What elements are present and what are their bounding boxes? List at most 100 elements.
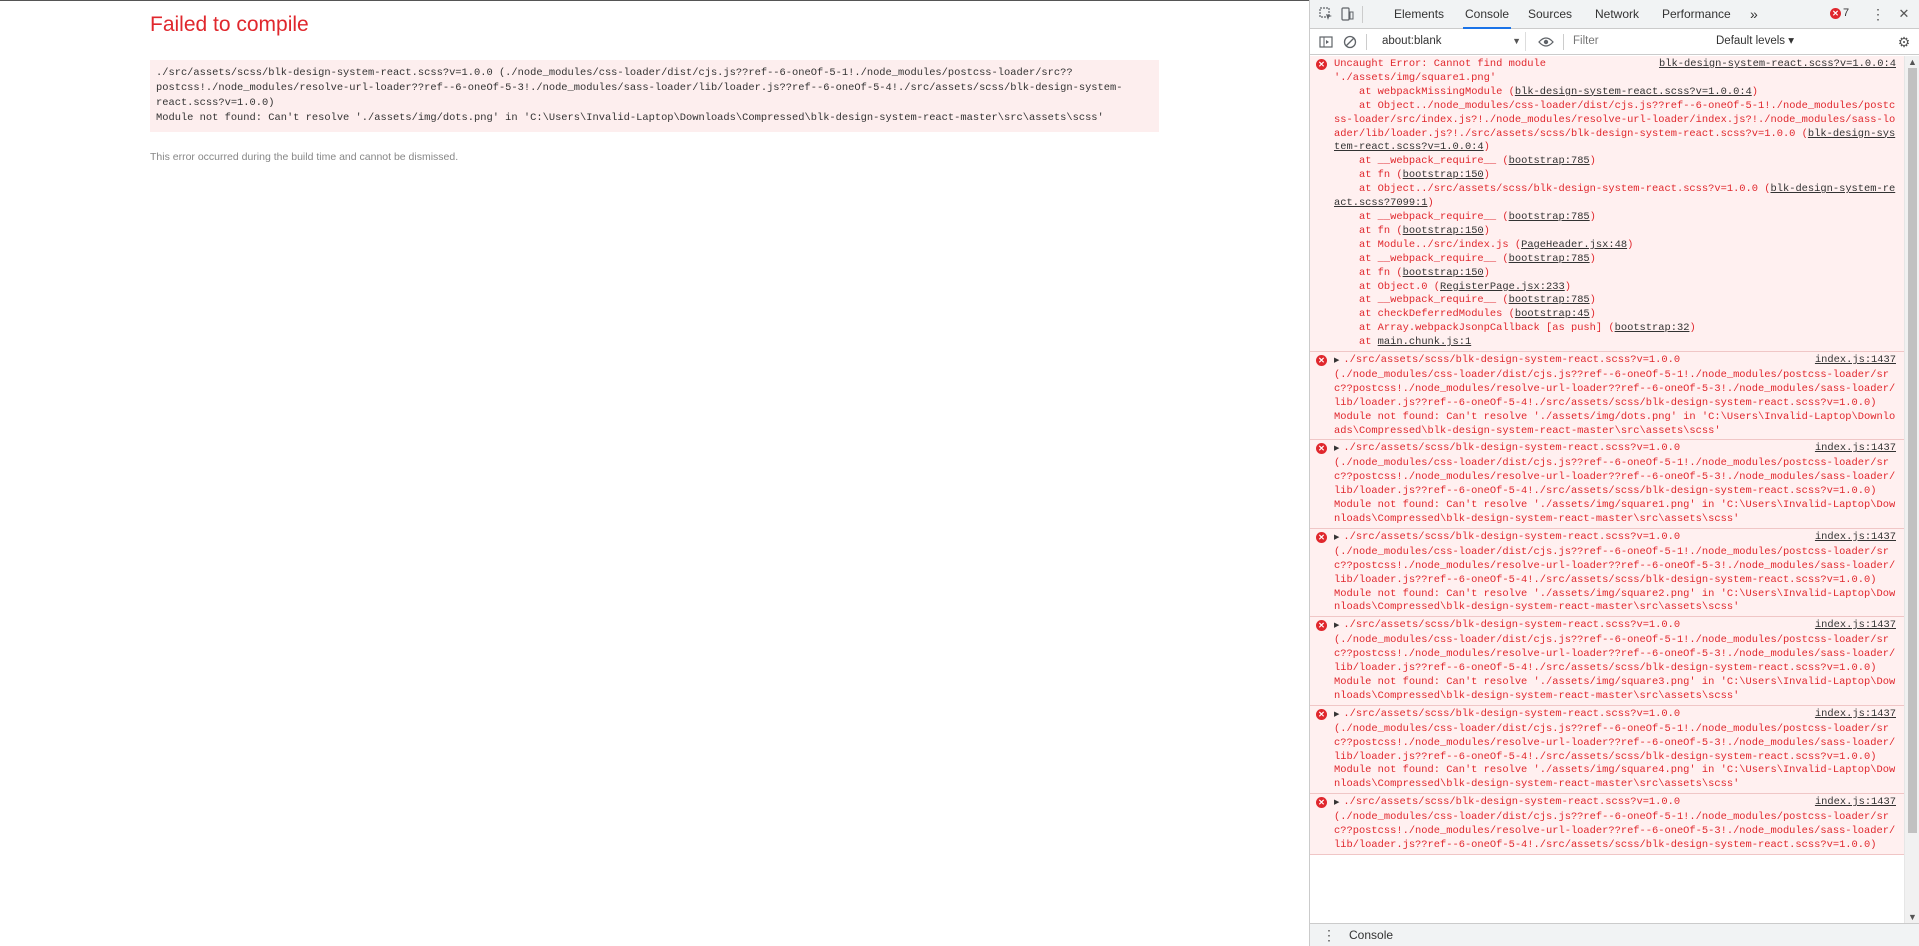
stack-frame-link[interactable]: bootstrap:150: [1403, 267, 1484, 279]
error-head-text: ./src/assets/scss/blk-design-system-reac…: [1343, 354, 1681, 367]
source-link[interactable]: index.js:1437: [1810, 619, 1896, 634]
console-error-message[interactable]: ✕ index.js:1437 ▶ ./src/assets/scss/blk-d…: [1310, 352, 1904, 441]
stack-frame-link[interactable]: RegisterPage.jsx:233: [1440, 281, 1565, 293]
stack-frame-text: ): [1483, 169, 1490, 182]
console-error-message[interactable]: ✕ index.js:1437 ▶ ./src/assets/scss/blk-d…: [1310, 794, 1904, 855]
scroll-up-icon[interactable]: ▲: [1908, 57, 1917, 67]
tab-console[interactable]: Console: [1463, 0, 1512, 29]
context-select[interactable]: about:blank ▼: [1376, 32, 1526, 51]
stack-frame: at fn (bootstrap:150): [1334, 169, 1896, 183]
stack-frame-text: at checkDeferredModules (: [1334, 308, 1515, 321]
error-line: postcss!./node_modules/resolve-url-loade…: [156, 82, 1123, 94]
stack-frame-text: ): [1483, 266, 1490, 279]
sidebar-toggle-icon[interactable]: [1318, 34, 1334, 50]
stack-frame: at Object../node_modules/css-loader/dist…: [1334, 100, 1896, 156]
stack-frame-text: at Array.webpackJsonpCallback [as push] …: [1334, 322, 1615, 335]
toolbar-divider: [1366, 34, 1367, 50]
more-tabs-icon[interactable]: »: [1748, 0, 1760, 29]
error-body: (./node_modules/css-loader/dist/cjs.js??…: [1334, 457, 1896, 525]
console-error-message[interactable]: ✕ blk-design-system-react.scss?v=1.0.0:4…: [1310, 56, 1904, 353]
stack-frame-text: ): [1589, 155, 1596, 168]
stack-frame-link[interactable]: blk-design-system-react.scss?v=1.0.0:4: [1515, 86, 1752, 98]
tab-performance[interactable]: Performance: [1660, 0, 1733, 29]
error-body: (./node_modules/css-loader/dist/cjs.js??…: [1334, 811, 1896, 851]
source-link[interactable]: index.js:1437: [1810, 707, 1896, 722]
source-link[interactable]: index.js:1437: [1810, 354, 1896, 368]
error-head-text: ./src/assets/scss/blk-design-system-reac…: [1343, 442, 1681, 455]
tab-sources[interactable]: Sources: [1526, 0, 1574, 29]
close-icon[interactable]: ✕: [1896, 6, 1912, 22]
stack-frame: at main.chunk.js:1: [1334, 336, 1896, 350]
source-link[interactable]: index.js:1437: [1810, 530, 1896, 545]
stack-frame-link[interactable]: bootstrap:785: [1509, 155, 1590, 167]
source-link[interactable]: blk-design-system-react.scss?v=1.0.0:4: [1655, 58, 1896, 72]
device-toolbar-icon[interactable]: [1339, 6, 1355, 22]
error-count: 7: [1843, 7, 1850, 19]
gear-icon[interactable]: ⚙: [1896, 34, 1912, 50]
stack-frame-text: at fn (: [1334, 224, 1403, 237]
error-icon: ✕: [1316, 443, 1327, 455]
stack-frame: at __webpack_require__ (bootstrap:785): [1334, 155, 1896, 169]
console-error-message[interactable]: ✕ index.js:1437 ▶ ./src/assets/scss/blk-d…: [1310, 705, 1904, 795]
error-icon: ✕: [1316, 708, 1327, 720]
drawer-menu-icon[interactable]: ⋮: [1322, 927, 1336, 944]
console-error-message[interactable]: ✕ index.js:1437 ▶ ./src/assets/scss/blk-d…: [1310, 440, 1904, 529]
error-body: (./node_modules/css-loader/dist/cjs.js??…: [1334, 368, 1896, 437]
devtools-panel: Elements Console Sources Network Perform…: [1309, 0, 1919, 946]
more-options-icon[interactable]: ⋮: [1870, 6, 1886, 22]
log-levels-dropdown[interactable]: Default levels ▾: [1710, 32, 1794, 51]
stack-frame-link[interactable]: bootstrap:785: [1509, 294, 1590, 306]
stack-trace: at webpackMissingModule (blk-design-syst…: [1334, 86, 1896, 350]
stack-frame-text: ): [1483, 141, 1490, 154]
scroll-thumb[interactable]: [1908, 68, 1917, 833]
error-head-text: ./src/assets/scss/blk-design-system-reac…: [1343, 530, 1681, 543]
expand-triangle-icon[interactable]: ▶: [1334, 799, 1339, 807]
stack-frame: at fn (bootstrap:150): [1334, 225, 1896, 239]
stack-frame-link[interactable]: bootstrap:150: [1403, 169, 1484, 181]
stack-frame: at Array.webpackJsonpCallback [as push] …: [1334, 322, 1896, 336]
expand-triangle-icon[interactable]: ▶: [1334, 357, 1339, 365]
eye-icon[interactable]: [1538, 34, 1554, 50]
clear-console-icon[interactable]: [1342, 34, 1358, 50]
inspect-element-icon[interactable]: [1318, 6, 1334, 22]
scroll-down-icon[interactable]: ▼: [1908, 912, 1917, 922]
stack-frame: at Module../src/index.js (PageHeader.jsx…: [1334, 239, 1896, 253]
stack-frame-text: at __webpack_require__ (: [1334, 155, 1509, 168]
stack-frame-text: ): [1589, 294, 1596, 307]
source-link[interactable]: index.js:1437: [1810, 442, 1896, 457]
error-icon: ✕: [1830, 7, 1841, 19]
stack-frame-text: ): [1751, 85, 1759, 98]
source-link[interactable]: index.js:1437: [1810, 796, 1896, 811]
stack-frame-link[interactable]: bootstrap:45: [1515, 308, 1590, 320]
stack-frame-text: at webpackMissingModule (: [1334, 85, 1515, 98]
stack-frame-text: ): [1564, 280, 1571, 293]
expand-triangle-icon[interactable]: ▶: [1334, 622, 1339, 630]
expand-triangle-icon[interactable]: ▶: [1334, 445, 1339, 453]
stack-frame-link[interactable]: bootstrap:785: [1509, 253, 1590, 265]
console-error-message[interactable]: ✕ index.js:1437 ▶ ./src/assets/scss/blk-d…: [1310, 617, 1904, 706]
chevron-down-icon: ▼: [1512, 36, 1521, 46]
expand-triangle-icon[interactable]: ▶: [1334, 534, 1339, 542]
filter-input[interactable]: [1567, 32, 1705, 51]
stack-frame-link[interactable]: bootstrap:785: [1509, 211, 1590, 223]
console-error-message[interactable]: ✕ index.js:1437 ▶ ./src/assets/scss/blk-d…: [1310, 528, 1904, 618]
error-counter[interactable]: ✕ 7: [1830, 7, 1849, 19]
tab-elements[interactable]: Elements: [1392, 0, 1446, 29]
drawer-tab-console[interactable]: Console: [1349, 924, 1393, 946]
expand-triangle-icon[interactable]: ▶: [1334, 711, 1339, 719]
error-note: This error occurred during the build tim…: [150, 151, 459, 163]
stack-frame-text: at: [1334, 336, 1378, 349]
error-line: Module not found: Can't resolve './asset…: [156, 112, 1104, 124]
stack-frame-text: ): [1689, 322, 1696, 335]
error-icon: ✕: [1316, 797, 1327, 809]
context-value: about:blank: [1382, 35, 1442, 47]
error-message-box: ./src/assets/scss/blk-design-system-reac…: [150, 60, 1159, 132]
stack-frame-link[interactable]: PageHeader.jsx:48: [1521, 239, 1627, 251]
stack-frame-link[interactable]: main.chunk.js:1: [1378, 336, 1472, 348]
tab-network[interactable]: Network: [1593, 0, 1641, 29]
stack-frame-link[interactable]: bootstrap:150: [1403, 225, 1484, 237]
stack-frame: at checkDeferredModules (bootstrap:45): [1334, 308, 1896, 322]
stack-frame-text: at __webpack_require__ (: [1334, 210, 1509, 223]
console-scrollbar[interactable]: ▲ ▼: [1904, 56, 1919, 923]
stack-frame-link[interactable]: bootstrap:32: [1615, 322, 1690, 334]
